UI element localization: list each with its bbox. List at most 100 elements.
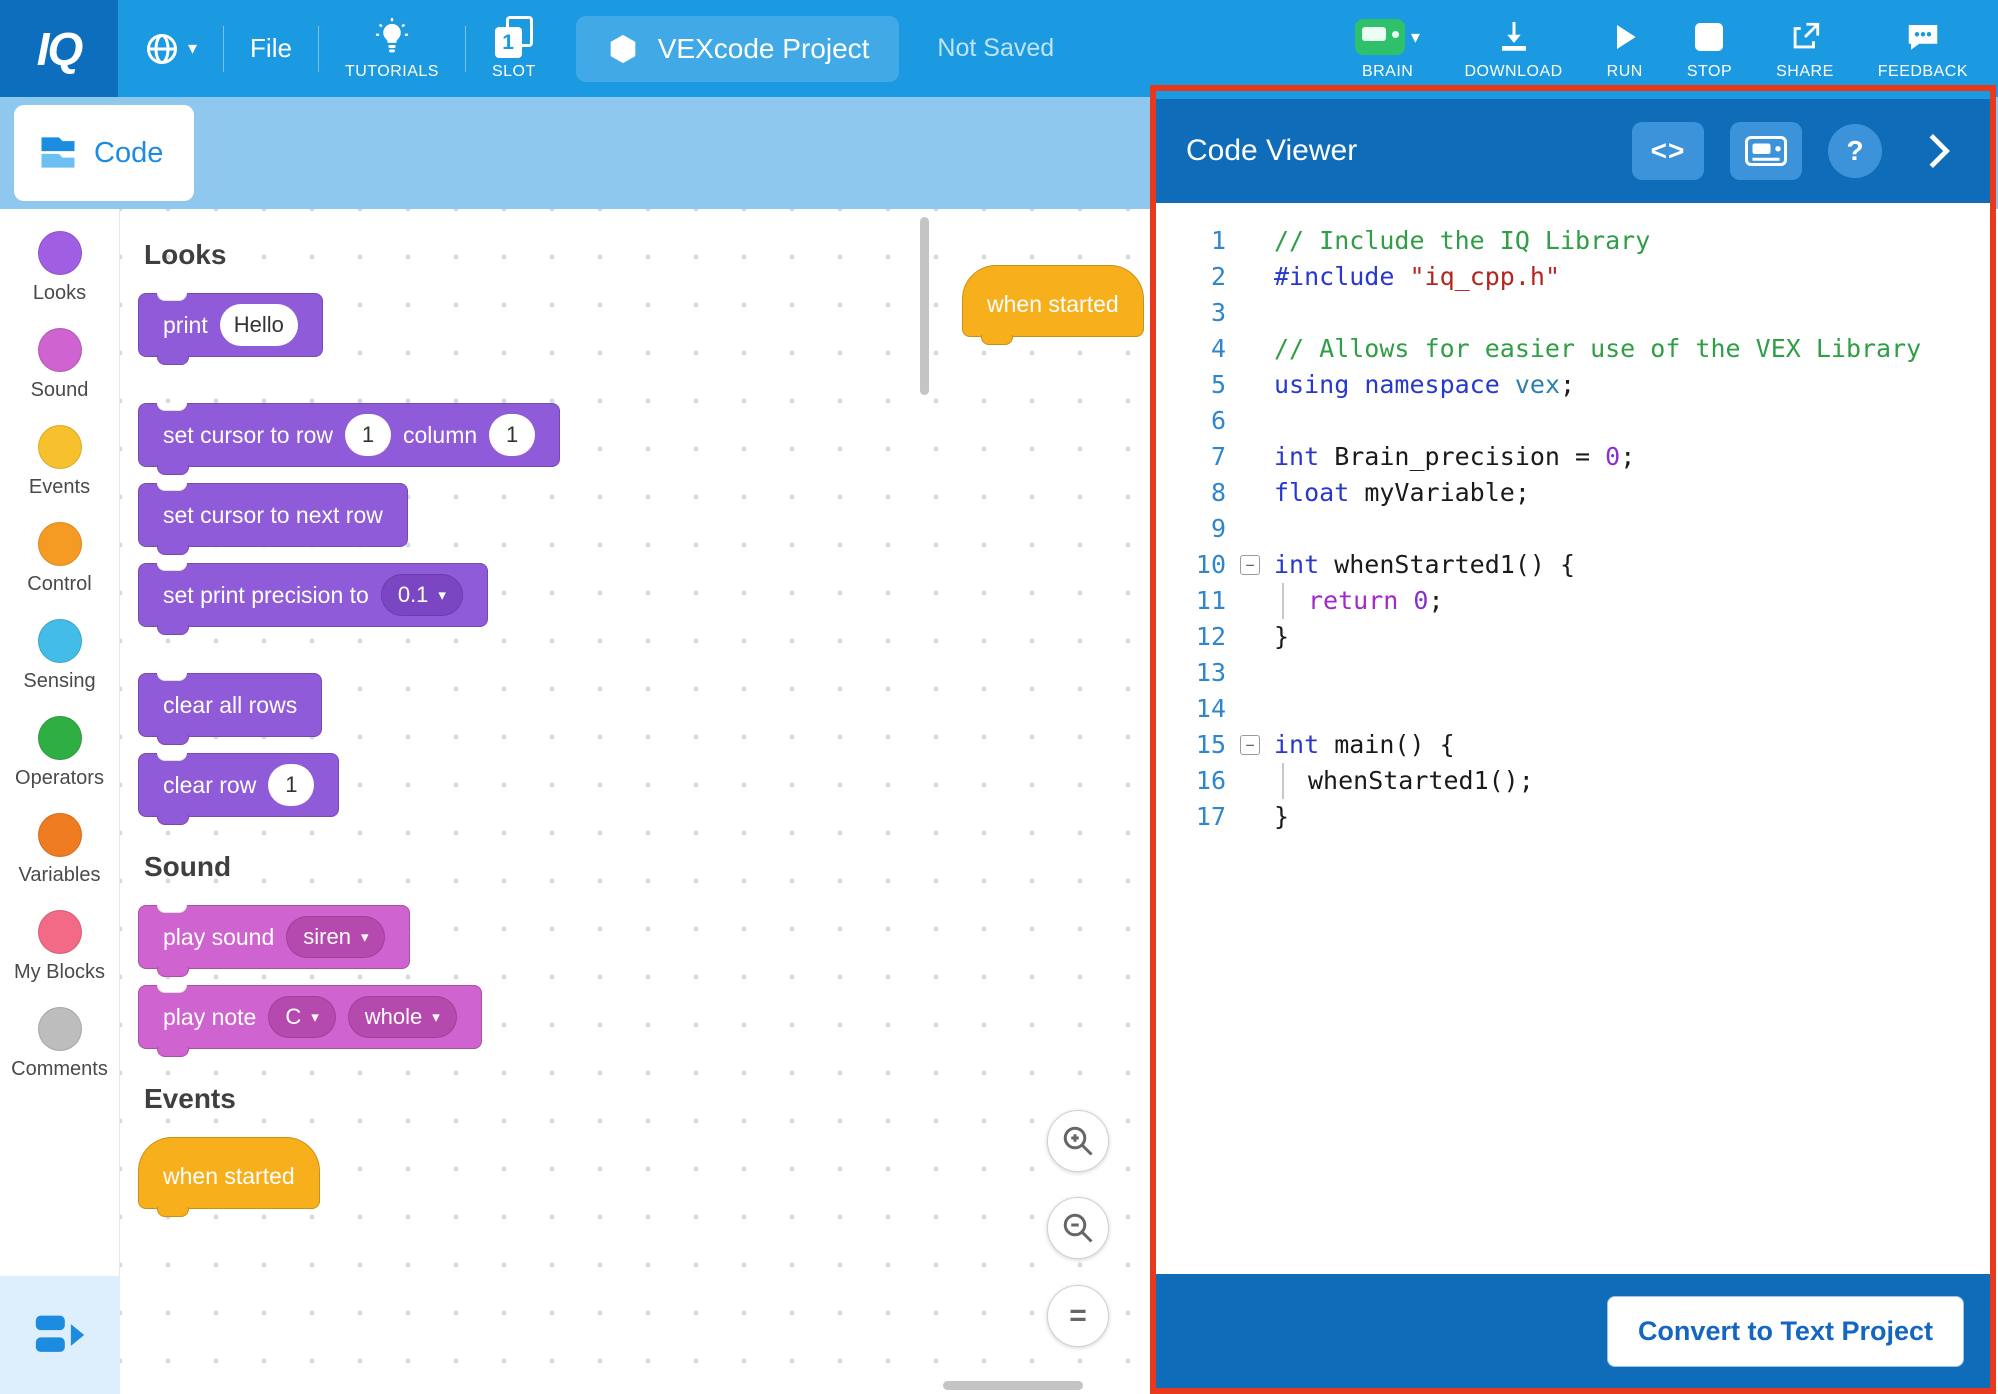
block-label: play note	[163, 1004, 256, 1031]
run-button[interactable]: RUN	[1607, 16, 1643, 81]
category-label: Sensing	[23, 670, 95, 693]
share-label: SHARE	[1776, 63, 1834, 81]
slot-icon: 1	[495, 16, 533, 58]
canvas-when-started-block[interactable]: when started	[962, 265, 1144, 337]
category-operators[interactable]: Operators	[0, 704, 119, 801]
vex-iq-logo: IQ	[0, 0, 118, 97]
palette-block[interactable]: printHello	[138, 293, 323, 357]
hexagon-icon	[606, 32, 640, 66]
block-label: set cursor to next row	[163, 502, 383, 529]
fold-toggle-icon[interactable]: −	[1240, 735, 1260, 755]
feedback-button[interactable]: FEEDBACK	[1878, 16, 1968, 81]
category-looks[interactable]: Looks	[0, 219, 119, 316]
palette-block[interactable]: set cursor to row1column1	[138, 403, 560, 467]
palette-block[interactable]: when started	[138, 1137, 320, 1209]
zoom-reset-button[interactable]: =	[1047, 1285, 1109, 1347]
code-line: 7int Brain_precision = 0;	[1156, 439, 1990, 475]
category-label: Comments	[11, 1058, 108, 1081]
category-color-dot	[38, 910, 82, 954]
category-variables[interactable]: Variables	[0, 801, 119, 898]
palette-block[interactable]: set cursor to next row	[138, 483, 408, 547]
line-number: 8	[1156, 475, 1226, 511]
zoom-in-icon	[1060, 1123, 1096, 1159]
category-label: Control	[27, 573, 91, 596]
code-text: #include "iq_cpp.h"	[1274, 259, 1560, 295]
zoom-out-button[interactable]	[1047, 1197, 1109, 1259]
chevron-down-icon: ▾	[1411, 27, 1421, 48]
block-label: set cursor to row	[163, 422, 333, 449]
palette-collapse-toggle[interactable]	[0, 1276, 120, 1394]
line-number: 11	[1156, 583, 1226, 619]
block-input-field[interactable]: 1	[268, 764, 314, 806]
code-line: 17}	[1156, 799, 1990, 835]
block-input-field[interactable]: Hello	[220, 304, 298, 346]
block-dropdown[interactable]: C▾	[268, 996, 335, 1038]
code-text: }	[1274, 619, 1289, 655]
canvas-horizontal-scrollbar[interactable]	[943, 1381, 1083, 1390]
block-dropdown[interactable]: 0.1▾	[381, 574, 463, 616]
category-my-blocks[interactable]: My Blocks	[0, 898, 119, 995]
category-comments[interactable]: Comments	[0, 995, 119, 1092]
convert-to-text-button[interactable]: Convert to Text Project	[1607, 1296, 1964, 1367]
share-button[interactable]: SHARE	[1776, 16, 1834, 81]
palette-scrollbar[interactable]	[920, 217, 929, 395]
zoom-out-icon	[1060, 1210, 1096, 1246]
collapse-panel-button[interactable]	[1914, 128, 1960, 174]
palette-block[interactable]: clear row1	[138, 753, 339, 817]
share-icon	[1788, 20, 1822, 54]
brain-button[interactable]: ▾ BRAIN	[1355, 16, 1421, 81]
palette-block[interactable]: set print precision to0.1▾	[138, 563, 488, 627]
indent-guide	[1282, 763, 1308, 799]
line-number: 3	[1156, 295, 1226, 331]
tutorials-label: TUTORIALS	[345, 63, 439, 81]
zoom-reset-icon: =	[1069, 1299, 1087, 1333]
block-dropdown[interactable]: siren▾	[286, 916, 385, 958]
category-sensing[interactable]: Sensing	[0, 607, 119, 704]
category-events[interactable]: Events	[0, 413, 119, 510]
block-input-field[interactable]: 1	[489, 414, 535, 456]
palette-block[interactable]: clear all rows	[138, 673, 322, 737]
fold-toggle-icon[interactable]: −	[1240, 555, 1260, 575]
block-dropdown[interactable]: whole▾	[348, 996, 457, 1038]
language-menu[interactable]: ▾	[144, 31, 197, 67]
logo-text: IQ	[37, 22, 82, 76]
slot-button[interactable]: 1 SLOT	[492, 16, 536, 81]
brain-view-button[interactable]	[1730, 122, 1802, 180]
dropdown-caret-icon: ▾	[438, 586, 446, 604]
category-label: Looks	[33, 282, 86, 305]
tab-code[interactable]: Code	[14, 105, 194, 201]
divider	[318, 26, 319, 72]
file-menu[interactable]: File	[250, 33, 292, 64]
code-line: 14	[1156, 691, 1990, 727]
zoom-in-button[interactable]	[1047, 1110, 1109, 1172]
category-control[interactable]: Control	[0, 510, 119, 607]
category-color-dot	[38, 522, 82, 566]
block-label: play sound	[163, 924, 274, 951]
help-button[interactable]: ?	[1828, 124, 1882, 178]
block-input-field[interactable]: 1	[345, 414, 391, 456]
category-sound[interactable]: Sound	[0, 316, 119, 413]
chevron-down-icon: ▾	[188, 38, 197, 59]
code-text: return 0;	[1274, 583, 1444, 619]
download-button[interactable]: DOWNLOAD	[1464, 16, 1562, 81]
code-text: }	[1274, 799, 1289, 835]
line-number: 5	[1156, 367, 1226, 403]
line-number: 13	[1156, 655, 1226, 691]
category-rail: Looks SoundEvents Control Sensing OperatorsV…	[0, 209, 120, 1394]
stop-button[interactable]: STOP	[1687, 16, 1732, 81]
code-editor[interactable]: 1// Include the IQ Library2#include "iq_…	[1156, 203, 1990, 1274]
lightbulb-icon	[374, 18, 410, 56]
blocks-flag-icon	[36, 131, 80, 175]
category-color-dot	[38, 813, 82, 857]
project-name-field[interactable]: VEXcode Project	[576, 16, 900, 82]
code-toggle-button[interactable]: <>	[1632, 122, 1704, 180]
dropdown-caret-icon: ▾	[432, 1008, 440, 1026]
tutorials-button[interactable]: TUTORIALS	[345, 16, 439, 81]
palette-block[interactable]: play sound siren▾	[138, 905, 410, 969]
code-line: 2#include "iq_cpp.h"	[1156, 259, 1990, 295]
project-name: VEXcode Project	[658, 33, 870, 65]
download-icon	[1496, 19, 1532, 55]
code-line: 9	[1156, 511, 1990, 547]
category-color-dot	[38, 619, 82, 663]
palette-block[interactable]: play note C▾ whole▾	[138, 985, 482, 1049]
